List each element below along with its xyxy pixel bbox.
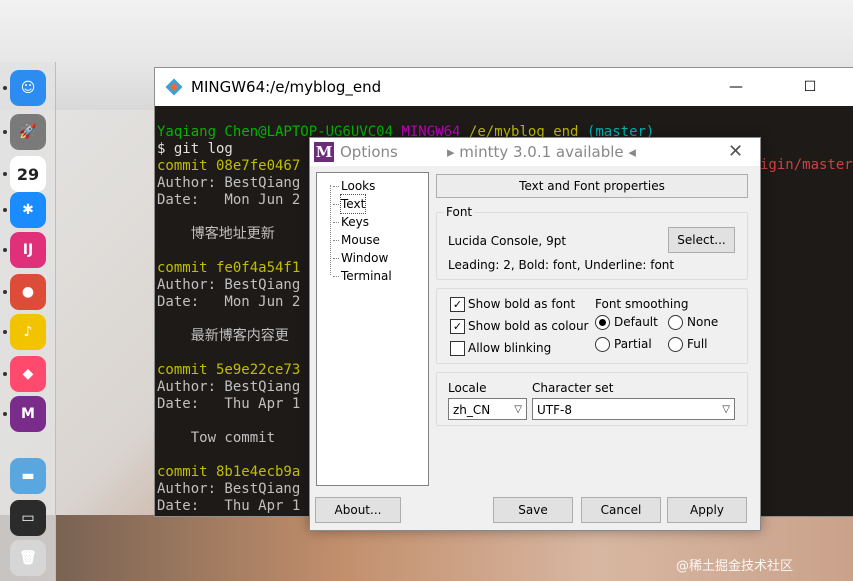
show-bold-as-font-checkbox[interactable]: ✓ (450, 297, 465, 312)
font-smoothing-label: Font smoothing (595, 297, 689, 311)
dock: ☺ 🚀 29 ✱ IJ ● ♪ ◆ M ▬ ▭ 🗑 (0, 62, 56, 581)
dialog-title: Options (340, 143, 398, 161)
tree-item-text[interactable]: Text (332, 194, 367, 214)
jetbrains-toolbox-icon[interactable]: ◆ (10, 356, 46, 392)
font-group-label: Font (444, 205, 475, 219)
show-bold-as-font-label: Show bold as font (468, 297, 576, 311)
cancel-button[interactable]: Cancel (581, 497, 661, 523)
git-bash-icon (165, 78, 183, 96)
running-indicator (3, 208, 7, 212)
msys-icon[interactable]: M (10, 396, 46, 432)
smoothing-partial-radio[interactable] (595, 337, 610, 352)
running-indicator (3, 290, 7, 294)
save-button[interactable]: Save (493, 497, 573, 523)
chevron-down-icon: ▽ (722, 404, 730, 415)
running-indicator (3, 248, 7, 252)
locale-value: zh_CN (453, 403, 491, 417)
show-bold-as-colour-label: Show bold as colour (468, 319, 589, 333)
font-name: Lucida Console, 9pt (448, 234, 567, 248)
smoothing-none-radio[interactable] (668, 315, 683, 330)
running-indicator (3, 330, 7, 334)
options-dialog[interactable]: M Options ▸ mintty 3.0.1 available ◂ ✕ L… (309, 137, 761, 531)
chrome-icon[interactable]: ● (10, 274, 46, 310)
running-indicator (3, 86, 7, 90)
select-font-button[interactable]: Select... (668, 227, 735, 253)
tree-connector (330, 185, 331, 275)
folder-icon[interactable]: ▬ (10, 458, 46, 494)
allow-blinking-label: Allow blinking (468, 341, 552, 355)
calendar-icon[interactable]: 29 (10, 156, 46, 192)
section-header: Text and Font properties (436, 174, 748, 198)
app-store-icon[interactable]: ✱ (10, 192, 46, 228)
update-status: ▸ mintty 3.0.1 available ◂ (447, 143, 636, 161)
trash-icon[interactable]: 🗑 (10, 540, 46, 576)
intellij-icon[interactable]: IJ (10, 232, 46, 268)
about-button[interactable]: About... (315, 497, 401, 523)
smoothing-default-label: Default (614, 315, 658, 329)
allow-blinking-checkbox[interactable] (450, 341, 465, 356)
tree-item-window[interactable]: Window (332, 249, 388, 267)
smoothing-partial-label: Partial (614, 337, 652, 351)
tree-item-looks[interactable]: Looks (332, 177, 375, 195)
running-indicator (3, 372, 7, 376)
smoothing-none-label: None (687, 315, 719, 329)
running-indicator (3, 412, 7, 416)
chevron-down-icon: ▽ (514, 404, 522, 415)
show-bold-as-colour-checkbox[interactable]: ✓ (450, 319, 465, 334)
smoothing-full-label: Full (687, 337, 708, 351)
terminal-title: MINGW64:/e/myblog_end (191, 78, 382, 96)
music-icon[interactable]: ♪ (10, 314, 46, 350)
tree-item-keys[interactable]: Keys (332, 213, 369, 231)
tree-item-terminal[interactable]: Terminal (333, 267, 392, 285)
terminal-titlebar[interactable]: MINGW64:/e/myblog_end — ☐ (155, 68, 853, 106)
maximize-button[interactable]: ☐ (787, 68, 833, 106)
running-indicator (3, 130, 7, 134)
locale-select[interactable]: zh_CN ▽ (448, 398, 527, 420)
font-details: Leading: 2, Bold: font, Underline: font (448, 258, 675, 272)
category-tree[interactable]: Looks Text Keys Mouse Window Terminal (316, 172, 429, 486)
screen-icon[interactable]: ▭ (10, 500, 46, 536)
smoothing-default-radio[interactable] (595, 315, 610, 330)
mintty-icon: M (314, 142, 334, 162)
charset-value: UTF-8 (537, 403, 572, 417)
launchpad-icon[interactable]: 🚀 (10, 114, 46, 150)
locale-label: Locale (448, 381, 487, 395)
terminal-output-fragment: igin/master (760, 157, 853, 173)
smoothing-full-radio[interactable] (668, 337, 683, 352)
charset-select[interactable]: UTF-8 ▽ (532, 398, 735, 420)
charset-label: Character set (532, 381, 614, 395)
running-indicator (3, 172, 7, 176)
apply-button[interactable]: Apply (667, 497, 747, 523)
close-icon[interactable]: ✕ (728, 141, 743, 162)
minimize-button[interactable]: — (713, 68, 759, 106)
watermark: @稀土掘金技术社区 (676, 559, 794, 574)
finder-icon[interactable]: ☺ (10, 70, 46, 106)
dialog-titlebar[interactable]: M Options ▸ mintty 3.0.1 available ◂ ✕ (310, 138, 760, 166)
tree-item-mouse[interactable]: Mouse (333, 231, 380, 249)
